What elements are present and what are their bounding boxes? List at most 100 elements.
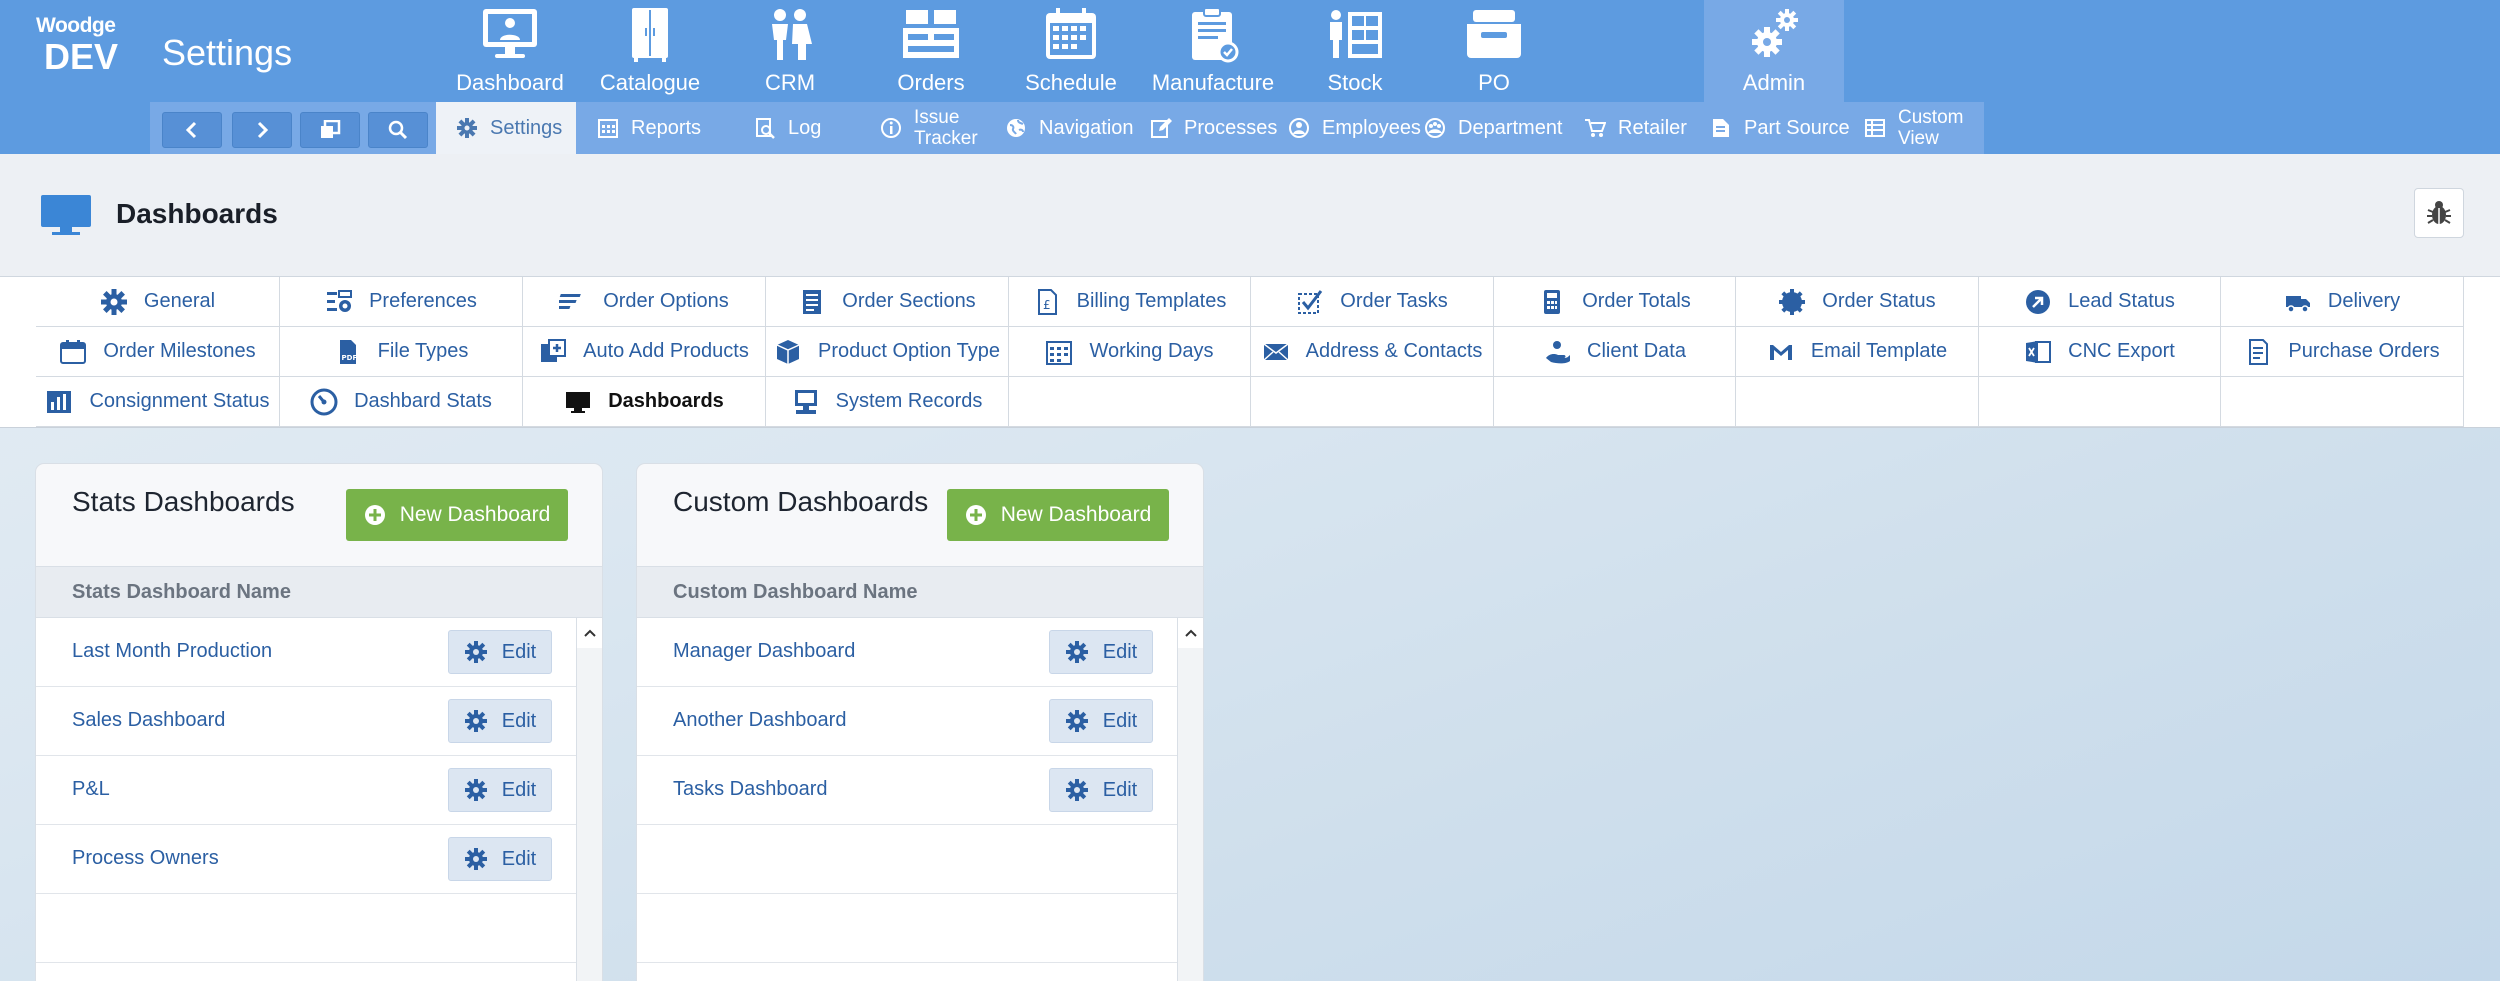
forward-button[interactable] [232, 112, 292, 148]
custom-dashboards-panel: Custom Dashboards New Dashboard Custom D… [637, 464, 1203, 981]
subnav-part-source[interactable]: Part Source [1710, 102, 1850, 154]
setting-preferences[interactable]: Preferences [280, 277, 523, 327]
setting-label: Product Option Type [818, 340, 1000, 362]
dashboard-link[interactable]: Last Month Production [72, 640, 272, 663]
dashboard-link[interactable]: Sales Dashboard [72, 709, 225, 732]
column-header[interactable]: Stats Dashboard Name [36, 566, 602, 618]
module-admin[interactable]: Admin [1704, 0, 1844, 102]
module-label: PO [1478, 70, 1510, 95]
subnav-log[interactable]: Log [754, 102, 821, 154]
people-icon [772, 9, 812, 60]
dashboard-link[interactable]: Manager Dashboard [673, 640, 855, 663]
module-schedule[interactable]: Schedule [1001, 0, 1141, 102]
monitor-person-icon [483, 9, 537, 58]
hand-icon [1546, 340, 1571, 363]
module-catalogue[interactable]: Catalogue [580, 0, 720, 102]
module-crm[interactable]: CRM [720, 0, 860, 102]
pencil-icon [1151, 118, 1172, 138]
subnav-custom-view[interactable]: Custom View [1864, 102, 1963, 154]
table-icon [1865, 119, 1885, 137]
new-window-button[interactable] [300, 112, 360, 148]
computer-icon [794, 389, 817, 414]
subnav-label-line1: Custom [1898, 107, 1964, 128]
setting-product-option-type[interactable]: Product Option Type [766, 327, 1009, 377]
module-dashboard[interactable]: Dashboard [440, 0, 580, 102]
stock-icon [1330, 10, 1382, 58]
setting-auto-add-products[interactable]: Auto Add Products [523, 327, 766, 377]
setting-dashboards[interactable]: Dashboards [523, 377, 766, 427]
setting-email-template[interactable]: Email Template [1736, 327, 1979, 377]
subnav-label-stack: Custom View [1898, 107, 1963, 149]
setting-label: Lead Status [2068, 290, 2175, 312]
setting-order-options[interactable]: Order Options [523, 277, 766, 327]
logo[interactable]: Woodge DEV [36, 14, 118, 84]
custom-dashboard-list: Manager Dashboard Edit Another Dashboard… [637, 618, 1177, 981]
setting-order-sections[interactable]: Order Sections [766, 277, 1009, 327]
bug-report-button[interactable] [2414, 188, 2464, 238]
arrow-circle-icon [2026, 289, 2051, 314]
setting-label: Dashboards [608, 390, 724, 412]
setting-cnc-export[interactable]: CNC Export [1979, 327, 2221, 377]
gear-icon [1065, 779, 1088, 801]
setting-purchase-orders[interactable]: Purchase Orders [2221, 327, 2464, 377]
setting-order-totals[interactable]: Order Totals [1494, 277, 1736, 327]
new-stats-dashboard-button[interactable]: New Dashboard [346, 489, 568, 541]
scrollbar[interactable] [576, 618, 602, 981]
setting-consignment-status[interactable]: Consignment Status [36, 377, 280, 427]
dashboard-link[interactable]: P&L [72, 778, 110, 801]
module-stock[interactable]: Stock [1285, 0, 1425, 102]
edit-button[interactable]: Edit [448, 837, 552, 881]
edit-button[interactable]: Edit [448, 699, 552, 743]
scrollbar[interactable] [1177, 618, 1203, 981]
setting-client-data[interactable]: Client Data [1494, 327, 1736, 377]
search-button[interactable] [368, 112, 428, 148]
subnav-department[interactable]: Department [1424, 102, 1563, 154]
subnav-navigation[interactable]: Navigation [1005, 102, 1134, 154]
subnav-label-line2: Tracker [914, 128, 978, 149]
edit-label: Edit [1102, 640, 1138, 663]
module-po[interactable]: PO [1424, 0, 1564, 102]
setting-lead-status[interactable]: Lead Status [1979, 277, 2221, 327]
setting-delivery[interactable]: Delivery [2221, 277, 2464, 327]
dashboard-link[interactable]: Tasks Dashboard [673, 778, 828, 801]
subnav-issue-tracker[interactable]: Issue Tracker [880, 102, 978, 154]
setting-general[interactable]: General [36, 277, 280, 327]
subnav-reports[interactable]: Reports [597, 102, 701, 154]
dashboard-link[interactable]: Process Owners [72, 847, 219, 870]
setting-billing-templates[interactable]: £ Billing Templates [1009, 277, 1251, 327]
edit-button[interactable]: Edit [1049, 768, 1153, 812]
setting-order-tasks[interactable]: Order Tasks [1251, 277, 1494, 327]
edit-button[interactable]: Edit [1049, 699, 1153, 743]
setting-label: Auto Add Products [583, 340, 749, 362]
scroll-up-button[interactable] [577, 618, 602, 648]
setting-order-milestones[interactable]: Order Milestones [36, 327, 280, 377]
setting-working-days[interactable]: Working Days [1009, 327, 1251, 377]
module-manufacture[interactable]: Manufacture [1143, 0, 1283, 102]
chevron-left-icon [185, 121, 197, 139]
edit-label: Edit [1102, 778, 1138, 801]
subnav-label: Reports [631, 116, 702, 139]
subnav-processes[interactable]: Processes [1150, 102, 1277, 154]
setting-order-status[interactable]: Order Status [1736, 277, 1979, 327]
new-custom-dashboard-button[interactable]: New Dashboard [947, 489, 1169, 541]
column-header[interactable]: Custom Dashboard Name [637, 566, 1203, 618]
setting-file-types[interactable]: PDF File Types [280, 327, 523, 377]
module-orders[interactable]: Orders [861, 0, 1001, 102]
edit-button[interactable]: Edit [1049, 630, 1153, 674]
edit-button[interactable]: Edit [448, 630, 552, 674]
subnav-employees[interactable]: Employees [1288, 102, 1421, 154]
dashboard-link[interactable]: Another Dashboard [673, 709, 846, 732]
setting-label: Order Sections [842, 290, 976, 312]
edit-button[interactable]: Edit [448, 768, 552, 812]
setting-address-contacts[interactable]: Address & Contacts [1251, 327, 1494, 377]
gears-icon [1752, 9, 1798, 57]
subnav-retailer[interactable]: Retailer [1584, 102, 1687, 154]
person-circle-icon [1289, 118, 1309, 138]
empty-cell [1251, 377, 1494, 427]
setting-dashboard-stats[interactable]: Dashbard Stats [280, 377, 523, 427]
excel-icon [2026, 340, 2052, 363]
subnav-settings[interactable]: Settings [436, 102, 576, 154]
setting-system-records[interactable]: System Records [766, 377, 1009, 427]
back-button[interactable] [162, 112, 222, 148]
scroll-up-button[interactable] [1178, 618, 1203, 648]
